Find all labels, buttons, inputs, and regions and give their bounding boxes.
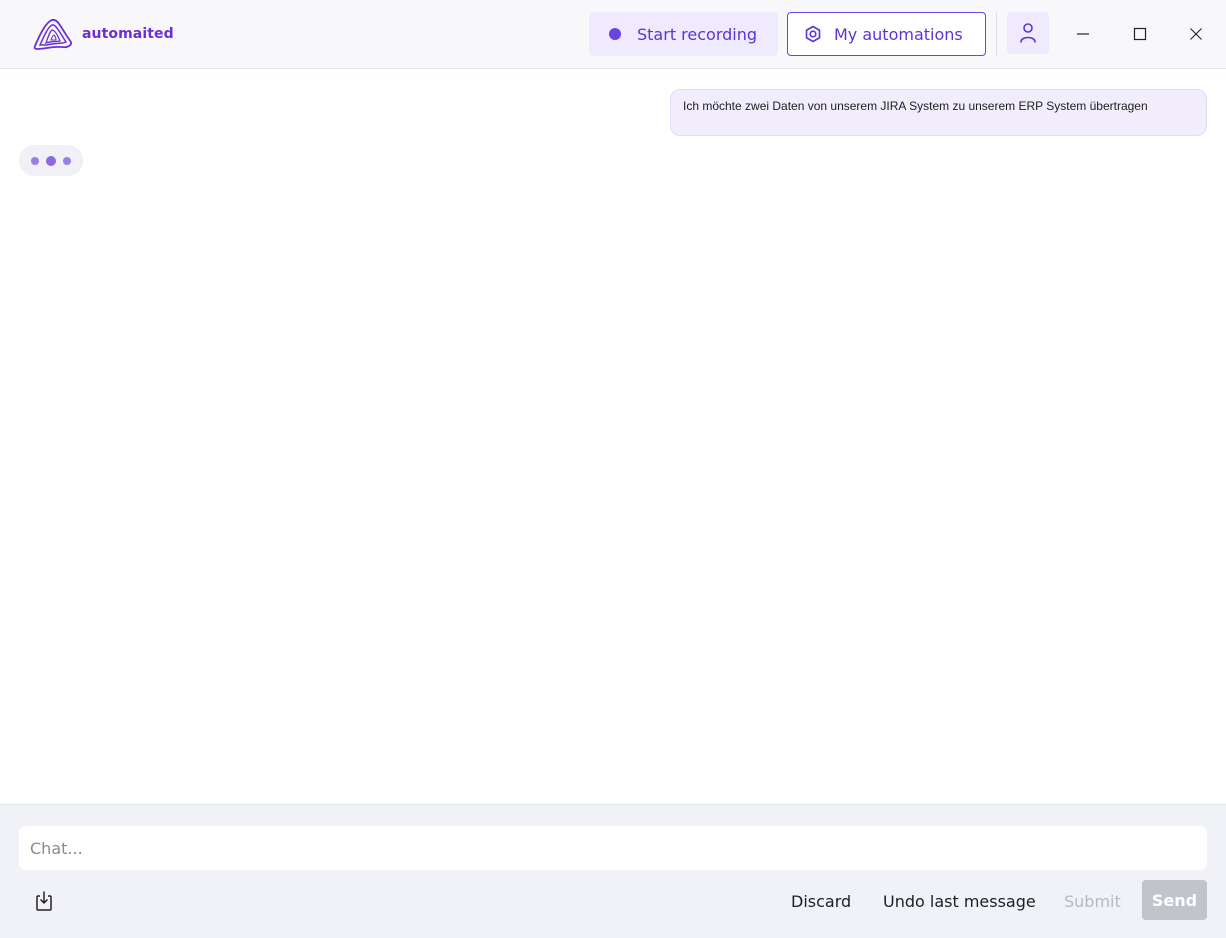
title-bar: automaited Start recording My automation… — [0, 0, 1226, 69]
user-icon — [1020, 23, 1036, 43]
typing-dot-icon — [31, 156, 39, 165]
header-divider — [996, 12, 997, 56]
minimize-button[interactable] — [1069, 20, 1097, 48]
record-dot-icon — [609, 28, 621, 40]
user-message-bubble: Ich möchte zwei Daten von unserem JIRA S… — [670, 89, 1207, 136]
minimize-icon — [1077, 33, 1089, 35]
maximize-icon — [1133, 27, 1147, 41]
close-icon — [1190, 28, 1202, 40]
start-recording-button[interactable]: Start recording — [589, 12, 778, 56]
submit-button[interactable]: Submit — [1064, 885, 1121, 917]
discard-button[interactable]: Discard — [791, 885, 851, 917]
undo-last-message-button[interactable]: Undo last message — [883, 885, 1036, 917]
brand: automaited — [32, 16, 174, 52]
typing-dot-icon — [46, 155, 56, 166]
chat-composer: Discard Undo last message Submit Send — [0, 804, 1226, 938]
maximize-button[interactable] — [1126, 20, 1154, 48]
wave-layers-logo-icon — [33, 18, 73, 50]
user-profile-button[interactable] — [1007, 12, 1049, 54]
app-name: automaited — [82, 26, 174, 42]
hexagon-gear-icon — [805, 25, 821, 43]
start-recording-label: Start recording — [637, 24, 758, 44]
typing-dot-icon — [63, 156, 71, 165]
chat-messages-area[interactable]: Ich möchte zwei Daten von unserem JIRA S… — [0, 70, 1226, 804]
assistant-typing-indicator — [19, 145, 83, 176]
download-tray-icon — [36, 891, 52, 911]
close-button[interactable] — [1182, 20, 1210, 48]
download-button[interactable] — [31, 888, 57, 914]
send-button[interactable]: Send — [1142, 880, 1207, 920]
my-automations-button[interactable]: My automations — [787, 12, 986, 56]
chat-input[interactable] — [19, 826, 1207, 870]
my-automations-label: My automations — [834, 24, 963, 44]
